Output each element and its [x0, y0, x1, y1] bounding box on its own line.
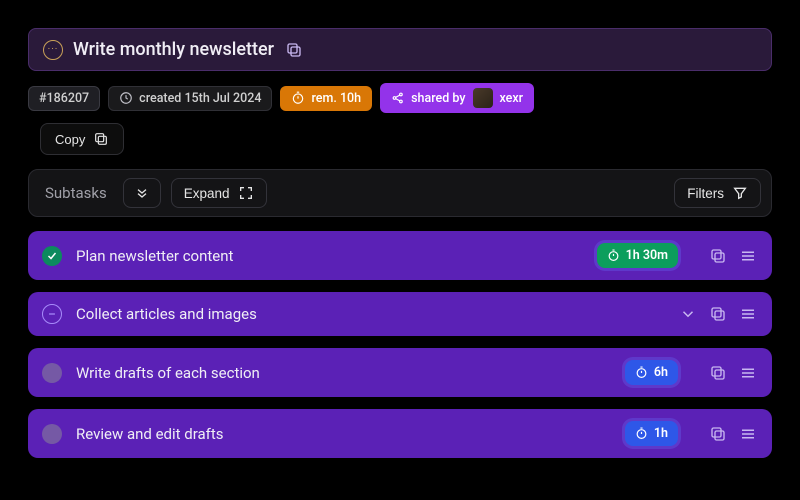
time-badge: 6h: [625, 360, 678, 385]
subtask-actions: [708, 424, 758, 444]
status-circle[interactable]: [42, 363, 62, 383]
share-icon: [391, 91, 405, 105]
subtask-actions: [708, 363, 758, 383]
menu-icon[interactable]: [738, 424, 758, 444]
copy-button[interactable]: Copy: [40, 123, 124, 155]
time-badge: 1h: [625, 421, 678, 446]
expand-label: Expand: [184, 186, 230, 201]
copy-icon[interactable]: [708, 424, 728, 444]
copy-button-label: Copy: [55, 132, 85, 147]
stopwatch-icon: [635, 427, 648, 440]
task-id-chip: #186207: [28, 86, 100, 111]
subtasks-toolbar: Subtasks Expand Filters: [28, 169, 772, 217]
filters-label: Filters: [687, 186, 724, 201]
expand-button[interactable]: Expand: [171, 178, 267, 208]
subtasks-list: Plan newsletter content 1h 30m Collect art…: [28, 231, 772, 458]
shared-label: shared by: [411, 91, 465, 106]
expand-icon: [238, 185, 254, 201]
time-value: 6h: [654, 365, 668, 380]
time-badge: 1h 30m: [597, 243, 678, 268]
subtask-title: Write drafts of each section: [76, 364, 260, 382]
copy-icon: [93, 131, 109, 147]
subtask-actions: [678, 304, 758, 324]
collapse-toggle[interactable]: [123, 178, 161, 208]
shared-chip[interactable]: shared by xexr: [380, 83, 534, 113]
created-label: created 15th Jul 2024: [139, 91, 261, 106]
stopwatch-icon: [635, 366, 648, 379]
menu-icon[interactable]: [738, 363, 758, 383]
chevron-down-icon[interactable]: [678, 304, 698, 324]
menu-icon[interactable]: [738, 304, 758, 324]
clock-icon: [119, 91, 133, 105]
menu-icon[interactable]: [738, 246, 758, 266]
copy-icon[interactable]: [708, 246, 728, 266]
subtask-title: Plan newsletter content: [76, 247, 233, 265]
meta-chips: #186207 created 15th Jul 2024 rem. 10h s…: [28, 83, 772, 113]
ellipsis-icon[interactable]: ···: [43, 40, 63, 60]
time-value: 1h 30m: [626, 248, 668, 263]
filters-button[interactable]: Filters: [674, 178, 761, 208]
subtasks-heading: Subtasks: [39, 180, 113, 206]
check-icon[interactable]: [42, 246, 62, 266]
subtask-title: Review and edit drafts: [76, 425, 224, 443]
subtask-title: Collect articles and images: [76, 305, 257, 323]
shared-user: xexr: [499, 91, 529, 106]
time-value: 1h: [654, 426, 668, 441]
task-id: #186207: [39, 91, 89, 106]
subtask-actions: [708, 246, 758, 266]
minus-icon[interactable]: [42, 304, 62, 324]
remaining-chip: rem. 10h: [280, 86, 372, 111]
subtask-row[interactable]: Collect articles and images: [28, 292, 772, 336]
copy-icon[interactable]: [708, 363, 728, 383]
stopwatch-icon: [607, 249, 620, 262]
copy-icon[interactable]: [708, 304, 728, 324]
subtask-row[interactable]: Write drafts of each section 6h: [28, 348, 772, 397]
created-chip: created 15th Jul 2024: [108, 86, 272, 111]
stopwatch-icon: [291, 91, 305, 105]
status-circle[interactable]: [42, 424, 62, 444]
remaining-label: rem. 10h: [311, 91, 361, 106]
double-chevron-down-icon: [134, 185, 150, 201]
subtask-row[interactable]: Plan newsletter content 1h 30m: [28, 231, 772, 280]
task-title: Write monthly newsletter: [73, 39, 274, 60]
filter-icon: [732, 185, 748, 201]
task-header: ··· Write monthly newsletter: [28, 28, 772, 71]
avatar: [473, 88, 493, 108]
subtask-row[interactable]: Review and edit drafts 1h: [28, 409, 772, 458]
copy-title-icon[interactable]: [284, 40, 304, 60]
